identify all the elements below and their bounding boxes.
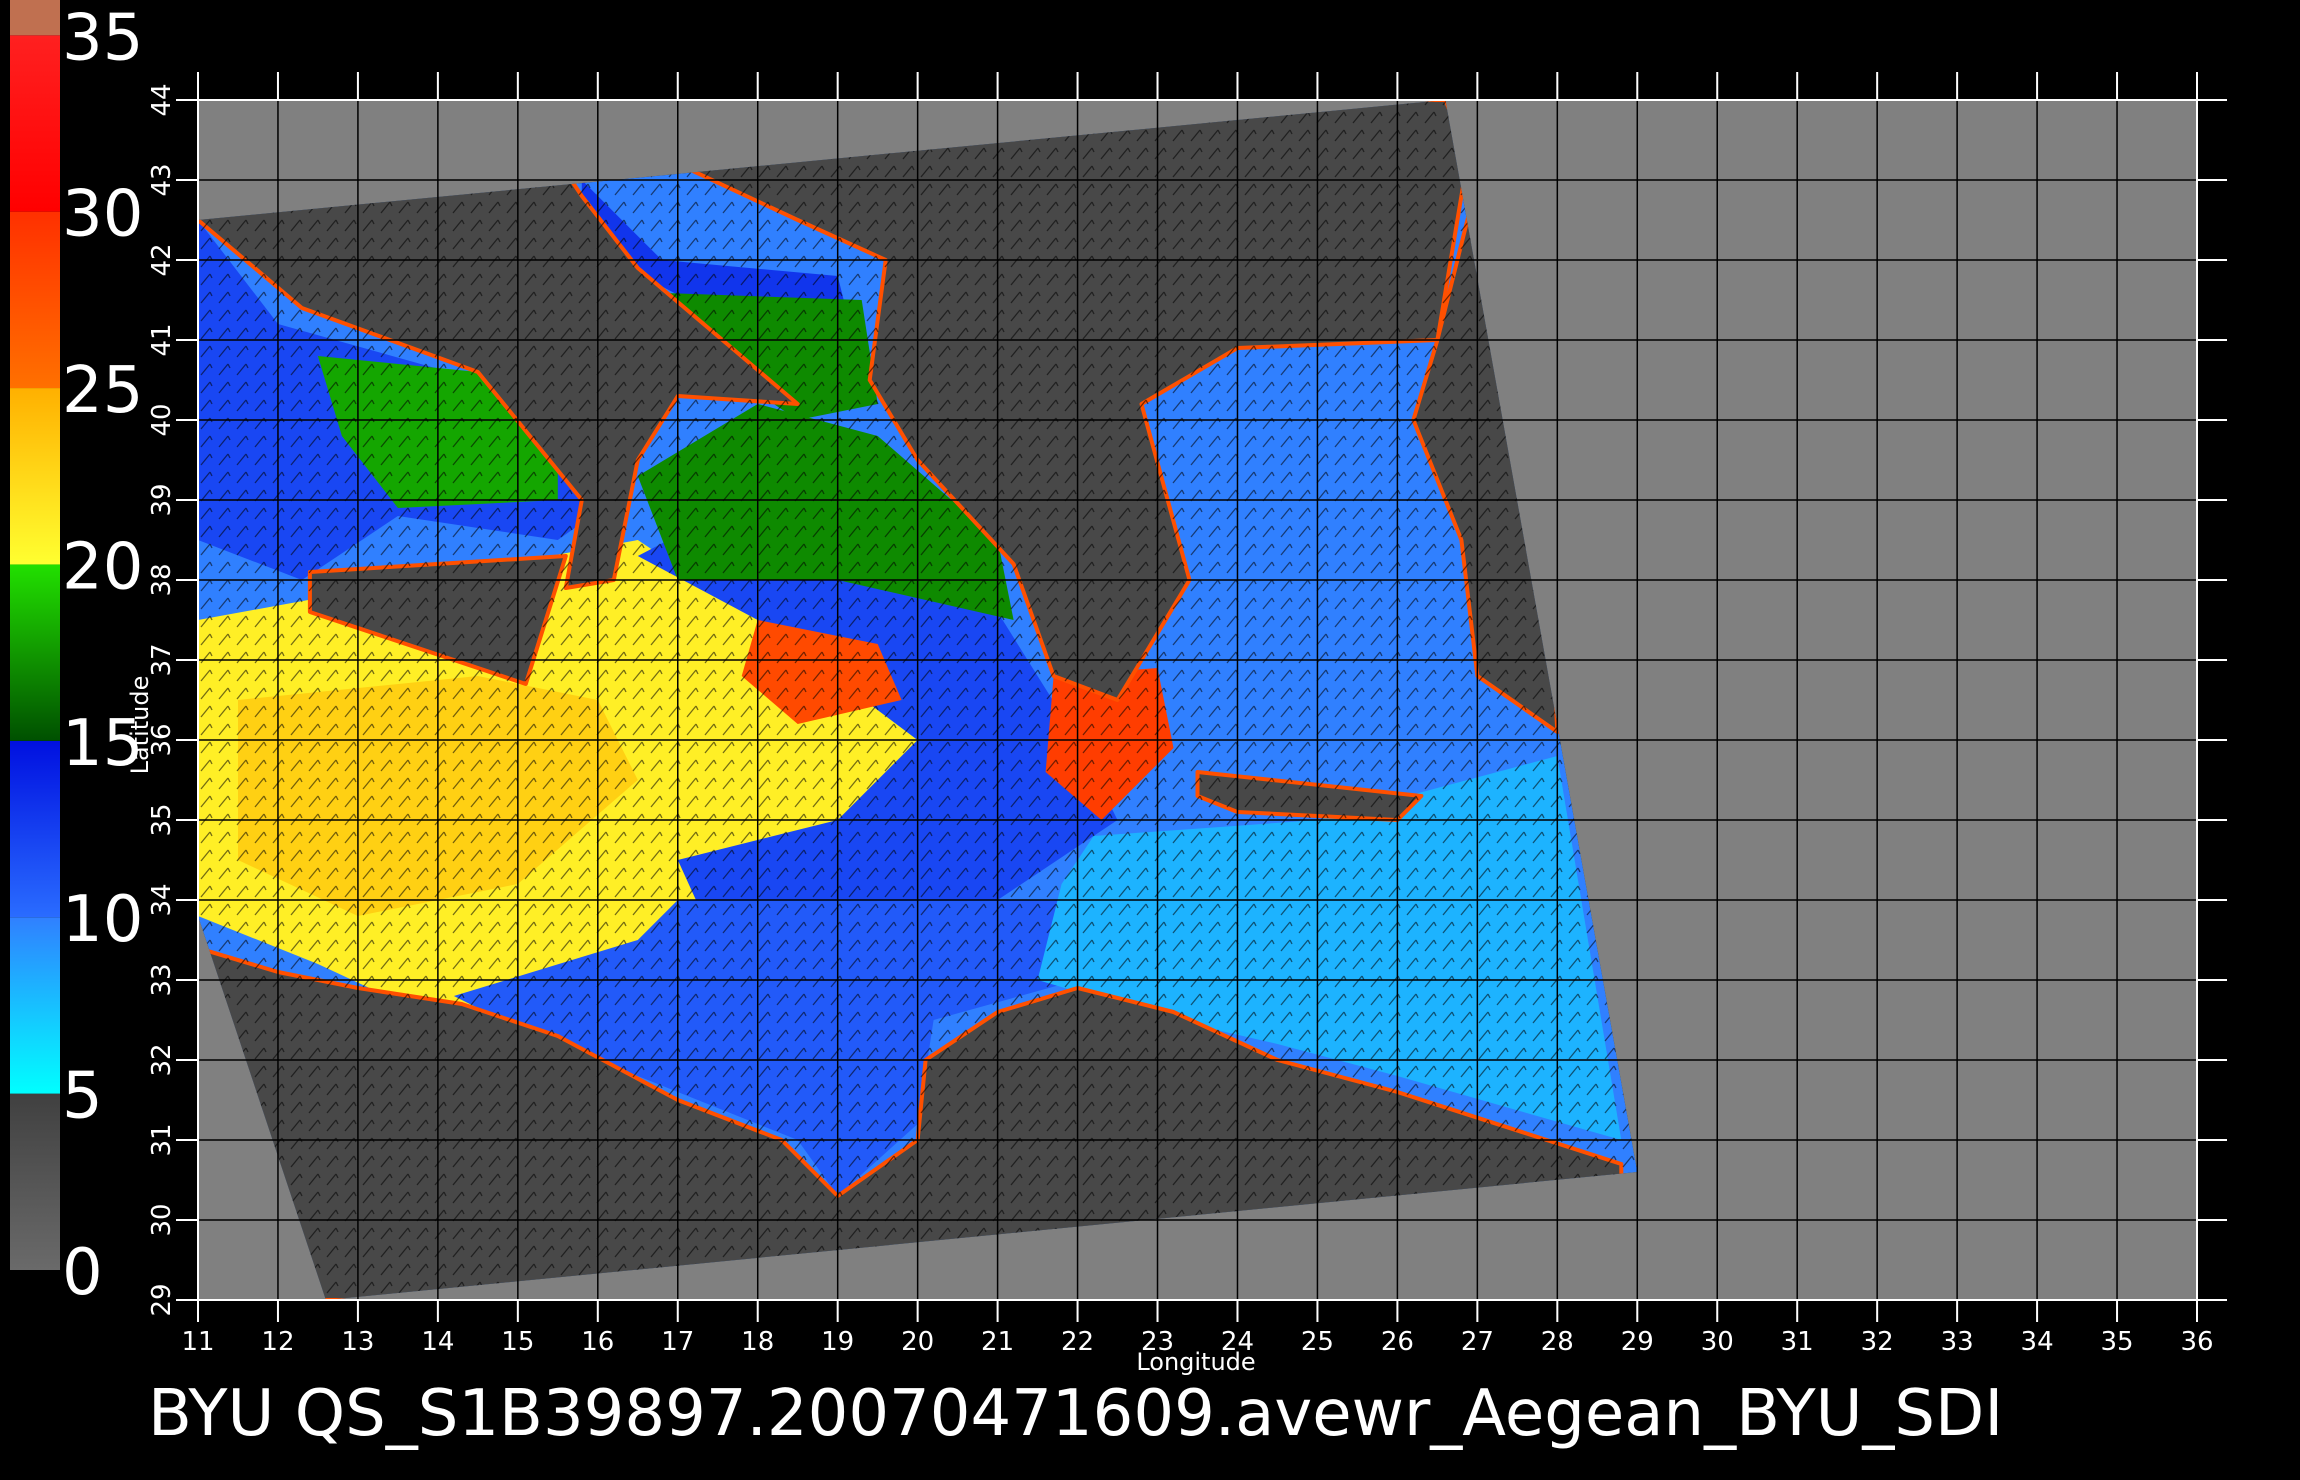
y-tick-label: 29 (147, 1283, 177, 1316)
colorbar-tick-label: 5 (62, 1060, 103, 1134)
x-tick-label: 30 (1701, 1327, 1734, 1357)
x-tick-label: 18 (741, 1327, 774, 1357)
colorbar-segment (10, 35, 60, 212)
y-tick-label: 39 (147, 483, 177, 516)
colorbar-segment (10, 1093, 60, 1270)
x-tick-label: 28 (1541, 1327, 1574, 1357)
x-tick-label: 25 (1301, 1327, 1334, 1357)
colorbar-segment (10, 740, 60, 918)
x-tick-label: 35 (2100, 1327, 2133, 1357)
colorbar: 05101520253035 (10, 0, 143, 1310)
x-tick-label: 29 (1621, 1327, 1654, 1357)
y-tick-label: 37 (147, 643, 177, 676)
colorbar-tick-label: 10 (62, 883, 143, 957)
colorbar-segment (10, 388, 60, 565)
x-tick-label: 32 (1861, 1327, 1894, 1357)
y-tick-label: 33 (147, 963, 177, 996)
x-tick-label: 21 (981, 1327, 1014, 1357)
x-tick-label: 13 (341, 1327, 374, 1357)
y-tick-label: 43 (147, 163, 177, 196)
y-tick-label: 38 (147, 563, 177, 596)
x-tick-label: 15 (501, 1327, 534, 1357)
y-axis-label: Latitude (126, 676, 154, 775)
x-tick-label: 31 (1781, 1327, 1814, 1357)
wind-map-figure: 05101520253035 11 12 13 14 15 16 17 18 19 20 21 22 2… (10, 0, 2227, 1451)
x-axis-label: Longitude (1136, 1348, 1255, 1376)
colorbar-segment (10, 917, 60, 1094)
x-tick-label: 14 (421, 1327, 454, 1357)
y-tick-label: 35 (147, 803, 177, 836)
y-tick-label: 42 (147, 243, 177, 276)
colorbar-tick-label: 35 (62, 1, 143, 75)
y-tick-label: 32 (147, 1043, 177, 1076)
colorbar-segment (10, 211, 60, 389)
y-tick-label: 34 (147, 883, 177, 916)
y-tick-label: 31 (147, 1123, 177, 1156)
y-tick-label: 41 (147, 323, 177, 356)
x-tick-label: 22 (1061, 1327, 1094, 1357)
x-tick-label: 26 (1381, 1327, 1414, 1357)
map-plot-area: 11 12 13 14 15 16 17 18 19 20 21 22 23 24 25 26 27 28 29 30… (147, 72, 2227, 1357)
x-tick-label: 33 (1941, 1327, 1974, 1357)
x-tick-label: 12 (261, 1327, 294, 1357)
x-tick-label: 19 (821, 1327, 854, 1357)
colorbar-segment (10, 564, 60, 741)
colorbar-tick-label: 25 (62, 354, 143, 428)
y-tick-label: 44 (147, 83, 177, 116)
colorbar-tick-label: 30 (62, 178, 143, 252)
colorbar-tick-label: 0 (62, 1236, 103, 1310)
colorbar-tick-label: 20 (62, 530, 143, 604)
y-tick-label: 30 (147, 1203, 177, 1236)
x-tick-label: 36 (2180, 1327, 2213, 1357)
x-tick-label: 16 (581, 1327, 614, 1357)
x-tick-label: 20 (901, 1327, 934, 1357)
x-tick-label: 34 (2021, 1327, 2054, 1357)
x-tick-label: 11 (181, 1327, 214, 1357)
x-tick-label: 17 (661, 1327, 694, 1357)
x-tick-label: 27 (1461, 1327, 1494, 1357)
y-tick-label: 40 (147, 403, 177, 436)
figure-title: BYU QS_S1B39897.20070471609.avewr_Aegean… (148, 1377, 2003, 1451)
colorbar-segment (10, 0, 60, 36)
